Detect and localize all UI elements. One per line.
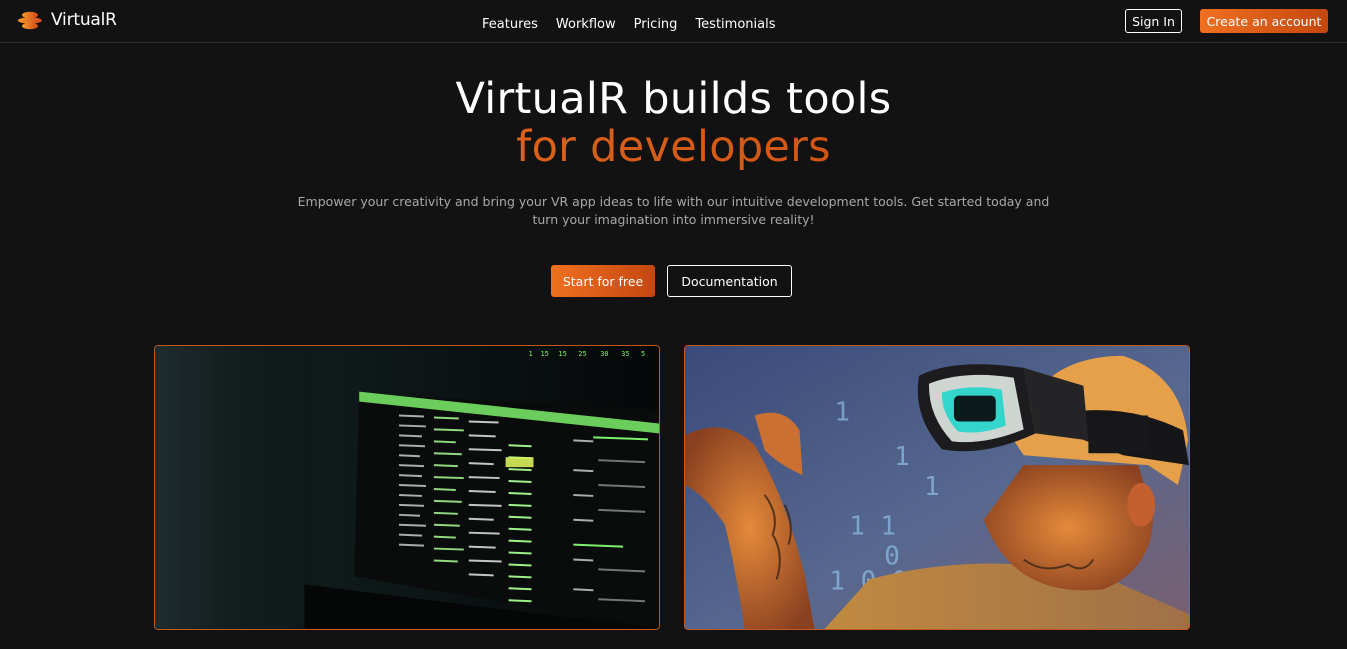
svg-text:1 1: 1 1 [849,512,896,542]
nav-links: Features Workflow Pricing Testimonials [482,13,775,32]
nav-link-workflow[interactable]: Workflow [556,17,616,32]
svg-text:0: 0 [884,541,900,571]
svg-text:30: 30 [600,350,608,358]
hero-title-line2: for developers [0,123,1347,171]
terminal-monitor-image: 1 15 15 25 30 35 5 [154,345,660,630]
terminal-monitor-illustration: 1 15 15 25 30 35 5 [155,346,659,629]
vr-headset-image: 11 1 11 0 0 11 0 [684,345,1190,630]
nav-item-pricing: Pricing [634,13,678,32]
layered-disc-icon [18,11,42,30]
svg-text:1: 1 [529,350,533,358]
hero-title: VirtualR builds tools for developers [0,75,1347,171]
documentation-button[interactable]: Documentation [667,265,792,297]
navbar: VirtualR Features Workflow Pricing Testi… [0,0,1347,43]
nav-item-testimonials: Testimonials [695,13,775,32]
brand-name: VirtualR [51,10,117,30]
start-for-free-button[interactable]: Start for free [551,265,655,297]
svg-text:5: 5 [641,350,645,358]
nav-link-testimonials[interactable]: Testimonials [695,17,775,32]
svg-text:1: 1 [834,398,850,428]
svg-text:1: 1 [924,472,940,502]
nav-link-pricing[interactable]: Pricing [634,17,678,32]
create-account-button[interactable]: Create an account [1200,9,1328,33]
hero-title-line1: VirtualR builds tools [455,74,892,124]
sign-in-button[interactable]: Sign In [1125,9,1182,33]
nav-item-workflow: Workflow [556,13,616,32]
svg-text:35: 35 [621,350,629,358]
svg-text:1: 1 [894,442,910,472]
nav-item-features: Features [482,13,538,32]
hero-subtitle: Empower your creativity and bring your V… [297,194,1050,227]
vr-headset-illustration: 11 1 11 0 0 11 0 [685,346,1189,629]
svg-text:15: 15 [558,350,566,358]
brand-link[interactable]: VirtualR [17,9,117,31]
svg-text:15: 15 [540,350,548,358]
nav-link-features[interactable]: Features [482,17,538,32]
svg-text:25: 25 [578,350,586,358]
